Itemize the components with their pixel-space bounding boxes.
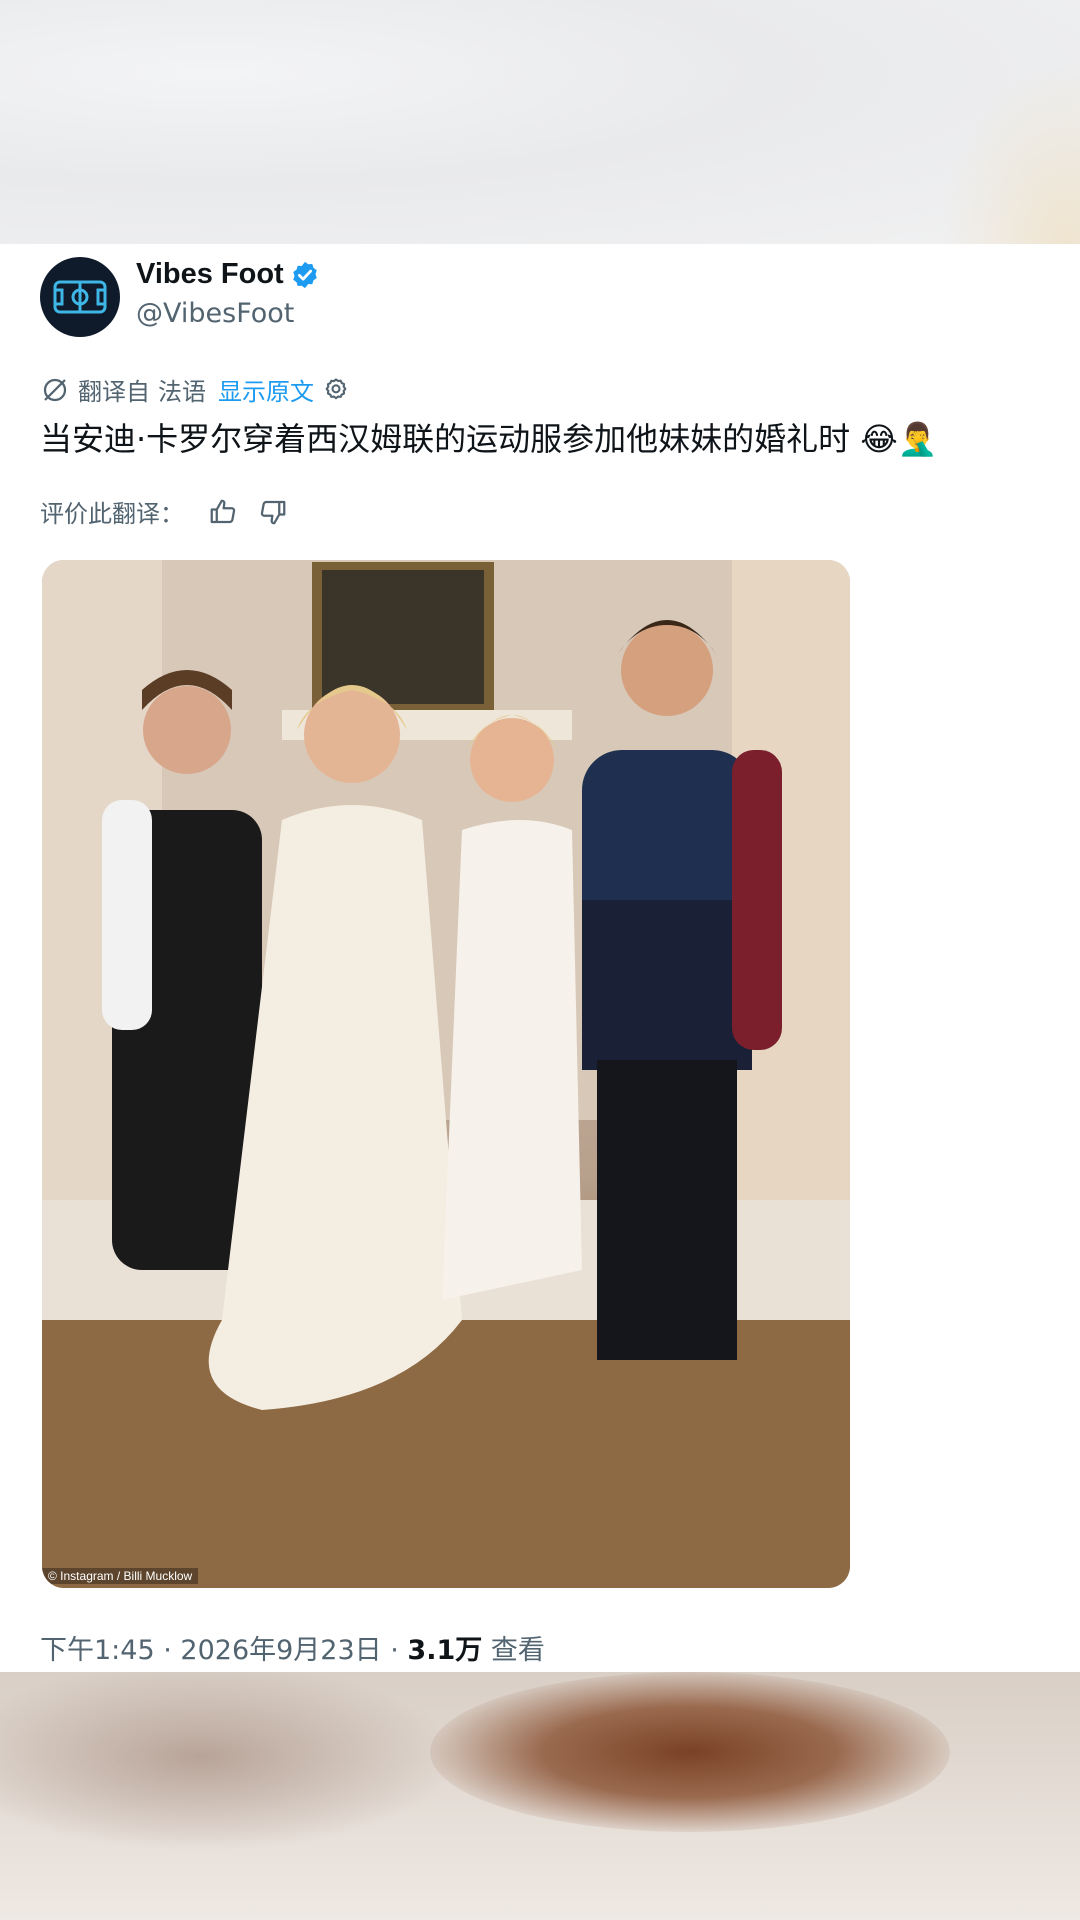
views-label: 查看 (490, 1635, 545, 1666)
verified-badge-icon (292, 261, 317, 288)
soccer-pitch-logo-icon (53, 280, 107, 314)
tweet-photo[interactable]: © Instagram / Billi Mucklow (42, 560, 850, 1588)
tweet-time[interactable]: 下午1:45 (40, 1635, 155, 1666)
avatar[interactable] (40, 257, 120, 337)
thumbs-down-icon[interactable] (258, 497, 288, 527)
wedding-photo-illustration (42, 560, 850, 1588)
photo-credit: © Instagram / Billi Mucklow (42, 1568, 199, 1584)
blurred-background-bottom (0, 1672, 1080, 1920)
blur-shape (0, 1672, 460, 1852)
translated-from-label: 翻译自 (78, 378, 150, 406)
display-name[interactable]: Vibes Foot (136, 258, 284, 291)
user-handle[interactable]: @VibesFoot (136, 298, 294, 329)
tweet-date[interactable]: 2026年9月23日 (180, 1635, 381, 1666)
views-count: 3.1万 (407, 1635, 483, 1666)
show-original-link[interactable]: 显示原文 (218, 372, 314, 407)
blur-shape (430, 1672, 950, 1832)
tweet-text: 当安迪·卡罗尔穿着西汉姆联的运动服参加他妹妹的婚礼时 😂🤦‍♂️ (40, 420, 938, 458)
rate-translation-row: 评价此翻译： (40, 494, 288, 529)
source-language: 法语 (158, 378, 206, 406)
gear-icon[interactable] (322, 376, 350, 404)
translate-icon (43, 378, 67, 401)
thumbs-up-icon[interactable] (208, 497, 238, 527)
translation-bar: 翻译自 法语 显示原文 (40, 372, 350, 407)
rate-translation-label: 评价此翻译： (40, 500, 184, 528)
blurred-background-top (0, 0, 1080, 244)
separator: · (390, 1635, 408, 1666)
author-name-row[interactable]: Vibes Foot (136, 258, 320, 291)
tweet-meta: 下午1:45 · 2026年9月23日 · 3.1万 查看 (40, 1628, 545, 1667)
separator: · (163, 1635, 181, 1666)
